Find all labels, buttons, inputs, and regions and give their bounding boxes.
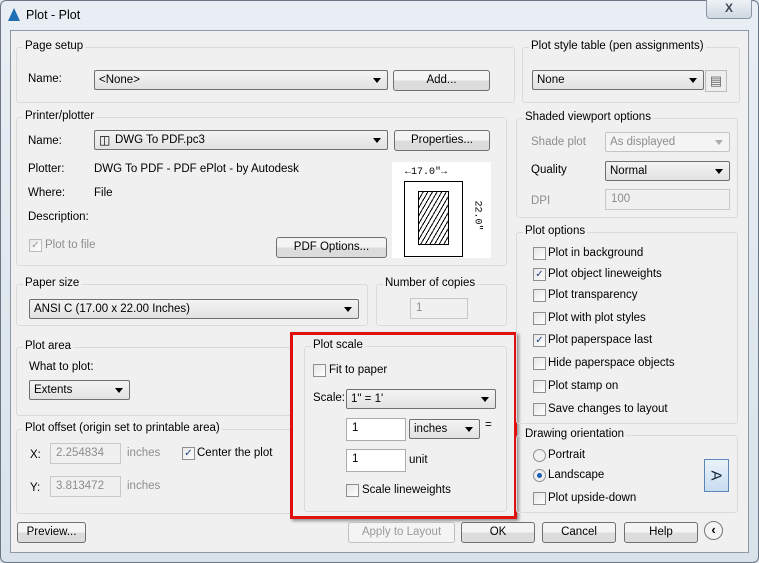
plot-option-checkbox[interactable]: ✓ bbox=[533, 334, 546, 347]
paper-preview: ←17.0″→ 22.0″ bbox=[392, 162, 491, 258]
quality-dropdown[interactable]: Normal bbox=[605, 161, 730, 181]
printer-name-label: Name: bbox=[28, 135, 62, 147]
upside-down-checkbox[interactable] bbox=[533, 492, 546, 505]
plot-option-label: Plot stamp on bbox=[548, 380, 619, 392]
preview-width-dim: ←17.0″→ bbox=[405, 167, 448, 178]
offset-y-unit: inches bbox=[127, 480, 161, 492]
plot-offset-legend: Plot offset (origin set to printable are… bbox=[23, 422, 222, 434]
printer-name-dropdown[interactable]: ◫ DWG To PDF.pc3 bbox=[94, 130, 388, 150]
plot-option-label: Hide paperspace objects bbox=[548, 357, 675, 369]
plotter-label: Plotter: bbox=[28, 163, 65, 175]
offset-x-input: 2.254834 bbox=[50, 443, 121, 464]
scale-units-input[interactable]: 1 bbox=[346, 449, 406, 472]
plot-option-checkbox[interactable]: ✓ bbox=[533, 268, 546, 281]
plot-option-label: Plot with plot styles bbox=[548, 312, 646, 324]
what-to-plot-label: What to plot: bbox=[29, 361, 94, 373]
dpi-input: 100 bbox=[605, 189, 730, 210]
plot-option-label: Save changes to layout bbox=[548, 403, 668, 415]
plot-offset-group: Plot offset (origin set to printable are… bbox=[16, 422, 292, 514]
plotter-value: DWG To PDF - PDF ePlot - by Autodesk bbox=[94, 163, 299, 175]
window-title: Plot - Plot bbox=[26, 8, 81, 22]
printable-area-hatch bbox=[418, 191, 449, 245]
fit-to-paper-label: Fit to paper bbox=[329, 364, 388, 376]
plot-option-label: Plot object lineweights bbox=[548, 268, 662, 280]
scale-dropdown[interactable]: 1" = 1' bbox=[346, 389, 496, 409]
plot-option-checkbox[interactable] bbox=[533, 380, 546, 393]
offset-y-label: Y: bbox=[30, 482, 41, 494]
scale-unit-dropdown[interactable]: inches bbox=[409, 419, 480, 439]
plotter-icon: ◫ bbox=[99, 133, 111, 147]
plot-style-legend: Plot style table (pen assignments) bbox=[529, 40, 706, 52]
plot-style-dropdown[interactable]: None bbox=[532, 70, 704, 90]
plot-area-legend: Plot area bbox=[23, 340, 74, 352]
shade-plot-dropdown: As displayed bbox=[605, 132, 730, 152]
copies-legend: Number of copies bbox=[383, 277, 478, 289]
printer-legend: Printer/plotter bbox=[23, 110, 97, 122]
close-button[interactable]: X bbox=[706, 0, 752, 19]
apply-to-layout-button: Apply to Layout bbox=[348, 522, 455, 543]
properties-button[interactable]: Properties... bbox=[394, 130, 490, 151]
edit-plot-style-icon[interactable]: ▤ bbox=[705, 70, 727, 92]
shade-plot-label: Shade plot bbox=[531, 136, 586, 148]
dpi-label: DPI bbox=[531, 195, 551, 207]
description-label: Description: bbox=[28, 211, 89, 223]
offset-x-unit: inches bbox=[127, 447, 161, 459]
center-plot-checkbox[interactable]: ✓ bbox=[182, 447, 195, 460]
paper-size-legend: Paper size bbox=[23, 277, 82, 289]
preview-height-dim: 22.0″ bbox=[471, 200, 483, 231]
orientation-legend: Drawing orientation bbox=[523, 428, 627, 440]
unit-label: unit bbox=[409, 454, 428, 466]
paper-size-dropdown[interactable]: ANSI C (17.00 x 22.00 Inches) bbox=[29, 299, 359, 319]
where-value: File bbox=[94, 187, 113, 199]
plot-scale-legend: Plot scale bbox=[311, 339, 365, 351]
offset-x-label: X: bbox=[30, 449, 41, 461]
page-setup-legend: Page setup bbox=[23, 40, 86, 52]
portrait-radio[interactable] bbox=[533, 449, 546, 462]
page-setup-name-dropdown[interactable]: <None> bbox=[94, 70, 388, 90]
plot-options-legend: Plot options bbox=[523, 225, 588, 237]
where-label: Where: bbox=[28, 187, 66, 199]
cancel-button[interactable]: Cancel bbox=[542, 522, 616, 543]
plot-options-group: Plot options bbox=[516, 225, 738, 424]
plot-option-checkbox[interactable] bbox=[533, 403, 546, 416]
scale-lineweights-label: Scale lineweights bbox=[362, 484, 451, 496]
offset-y-input: 3.813472 bbox=[50, 476, 121, 497]
landscape-radio[interactable] bbox=[533, 469, 546, 482]
page-setup-name-label: Name: bbox=[28, 73, 62, 85]
center-plot-label: Center the plot bbox=[197, 447, 273, 459]
plot-option-label: Plot transparency bbox=[548, 289, 638, 301]
quality-label: Quality bbox=[531, 164, 567, 176]
plot-to-file-label: Plot to file bbox=[45, 239, 96, 251]
help-button[interactable]: Help bbox=[624, 522, 698, 543]
pdf-options-button[interactable]: PDF Options... bbox=[276, 237, 387, 258]
upside-down-label: Plot upside-down bbox=[548, 492, 637, 504]
fit-to-paper-checkbox[interactable] bbox=[313, 364, 326, 377]
landscape-label: Landscape bbox=[548, 469, 605, 481]
scale-lineweights-checkbox[interactable] bbox=[346, 484, 359, 497]
plot-option-checkbox[interactable] bbox=[533, 247, 546, 260]
plot-option-checkbox[interactable] bbox=[533, 357, 546, 370]
collapse-options-icon[interactable]: ‹ bbox=[704, 521, 723, 540]
equals-sign: = bbox=[485, 419, 492, 431]
plot-option-checkbox[interactable] bbox=[533, 312, 546, 325]
add-button[interactable]: Add... bbox=[393, 70, 490, 91]
plot-option-checkbox[interactable] bbox=[533, 289, 546, 302]
plot-to-file-checkbox: ✓ bbox=[29, 239, 42, 252]
what-to-plot-dropdown[interactable]: Extents bbox=[29, 380, 130, 400]
printer-name-value: DWG To PDF.pc3 bbox=[115, 134, 205, 146]
portrait-label: Portrait bbox=[548, 449, 586, 461]
plot-option-label: Plot in background bbox=[548, 247, 644, 259]
copies-spinner: 1 bbox=[410, 298, 468, 319]
scale-inches-input[interactable]: 1 bbox=[346, 418, 406, 441]
orientation-preview-icon: A bbox=[704, 459, 729, 492]
autocad-logo-icon bbox=[8, 8, 20, 21]
ok-button[interactable]: OK bbox=[461, 522, 535, 543]
scale-label: Scale: bbox=[313, 392, 345, 404]
preview-button[interactable]: Preview... bbox=[17, 522, 86, 543]
shaded-viewport-legend: Shaded viewport options bbox=[523, 111, 653, 123]
plot-option-label: Plot paperspace last bbox=[548, 334, 653, 346]
